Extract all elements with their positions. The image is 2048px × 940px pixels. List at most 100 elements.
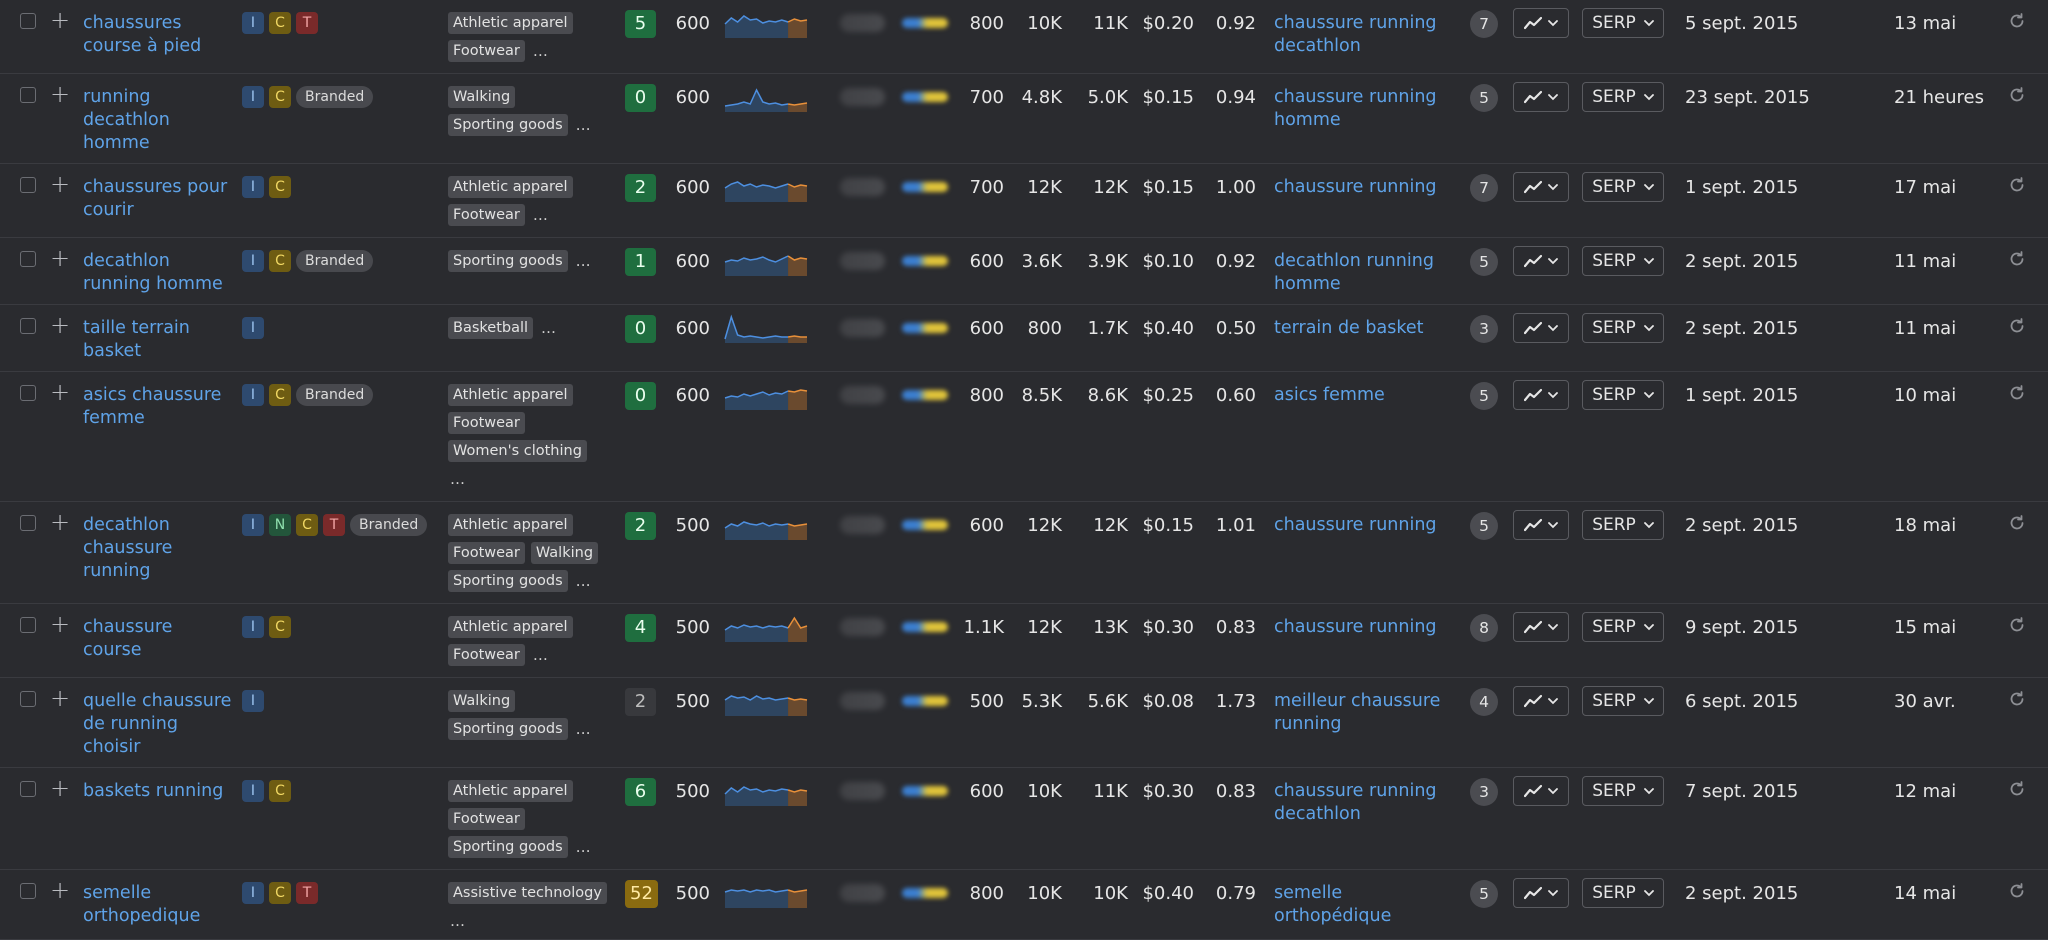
keyword-link[interactable]: decathlon chaussure running xyxy=(83,514,233,583)
serp-features-count[interactable]: 5 xyxy=(1470,248,1498,276)
category-tag[interactable]: Footwear xyxy=(448,542,525,564)
serp-features-count[interactable]: 4 xyxy=(1470,688,1498,716)
parent-topic-link[interactable]: chaussure running xyxy=(1274,616,1459,639)
keyword-link[interactable]: quelle chaussure de running choisir xyxy=(83,690,233,759)
refresh-icon[interactable] xyxy=(2008,250,2026,268)
serp-dropdown-button[interactable]: SERP xyxy=(1582,510,1664,540)
category-tag[interactable]: Athletic apparel xyxy=(448,514,573,536)
serp-dropdown-button[interactable]: SERP xyxy=(1582,246,1664,276)
more-categories-button[interactable]: … xyxy=(531,40,548,62)
add-to-list-icon[interactable]: + xyxy=(50,612,70,636)
keyword-link[interactable]: asics chaussure femme xyxy=(83,384,233,430)
serp-features-count[interactable]: 7 xyxy=(1470,10,1498,38)
add-to-list-icon[interactable]: + xyxy=(50,776,70,800)
row-checkbox[interactable] xyxy=(20,251,36,267)
parent-topic-link[interactable]: chaussure running decathlon xyxy=(1274,12,1459,58)
add-to-list-icon[interactable]: + xyxy=(50,246,70,270)
category-tag[interactable]: Sporting goods xyxy=(448,718,568,740)
serp-features-count[interactable]: 8 xyxy=(1470,614,1498,642)
row-checkbox[interactable] xyxy=(20,177,36,193)
category-tag[interactable]: Sporting goods xyxy=(448,570,568,592)
parent-topic-link[interactable]: terrain de basket xyxy=(1274,317,1459,340)
add-to-list-icon[interactable]: + xyxy=(50,380,70,404)
parent-topic-link[interactable]: chaussure running decathlon xyxy=(1274,780,1459,826)
refresh-icon[interactable] xyxy=(2008,690,2026,708)
add-to-list-icon[interactable]: + xyxy=(50,172,70,196)
refresh-icon[interactable] xyxy=(2008,780,2026,798)
trend-chart-button[interactable] xyxy=(1513,246,1569,276)
row-checkbox[interactable] xyxy=(20,691,36,707)
refresh-icon[interactable] xyxy=(2008,176,2026,194)
category-tag[interactable]: Athletic apparel xyxy=(448,384,573,406)
trend-chart-button[interactable] xyxy=(1513,776,1569,806)
serp-dropdown-button[interactable]: SERP xyxy=(1582,82,1664,112)
add-to-list-icon[interactable]: + xyxy=(50,510,70,534)
row-checkbox[interactable] xyxy=(20,385,36,401)
more-categories-button[interactable]: … xyxy=(574,570,591,592)
category-tag[interactable]: Women's clothing xyxy=(448,440,587,462)
category-tag[interactable]: Sporting goods xyxy=(448,114,568,136)
trend-chart-button[interactable] xyxy=(1513,380,1569,410)
trend-chart-button[interactable] xyxy=(1513,313,1569,343)
refresh-icon[interactable] xyxy=(2008,384,2026,402)
trend-chart-button[interactable] xyxy=(1513,8,1569,38)
refresh-icon[interactable] xyxy=(2008,882,2026,900)
parent-topic-link[interactable]: meilleur chaussure running xyxy=(1274,690,1459,736)
keyword-link[interactable]: running decathlon homme xyxy=(83,86,233,155)
category-tag[interactable]: Walking xyxy=(448,86,516,108)
serp-features-count[interactable]: 3 xyxy=(1470,315,1498,343)
more-categories-button[interactable]: … xyxy=(531,204,548,226)
more-categories-button[interactable]: … xyxy=(448,910,465,932)
keyword-link[interactable]: chaussures course à pied xyxy=(83,12,233,58)
category-tag[interactable]: Footwear xyxy=(448,644,525,666)
keyword-link[interactable]: chaussure course xyxy=(83,616,233,662)
more-categories-button[interactable]: … xyxy=(574,250,591,272)
add-to-list-icon[interactable]: + xyxy=(50,313,70,337)
parent-topic-link[interactable]: asics femme xyxy=(1274,384,1459,407)
serp-dropdown-button[interactable]: SERP xyxy=(1582,380,1664,410)
serp-dropdown-button[interactable]: SERP xyxy=(1582,313,1664,343)
row-checkbox[interactable] xyxy=(20,515,36,531)
row-checkbox[interactable] xyxy=(20,617,36,633)
more-categories-button[interactable]: … xyxy=(574,836,591,858)
serp-dropdown-button[interactable]: SERP xyxy=(1582,172,1664,202)
add-to-list-icon[interactable]: + xyxy=(50,8,70,32)
serp-features-count[interactable]: 5 xyxy=(1470,84,1498,112)
refresh-icon[interactable] xyxy=(2008,12,2026,30)
add-to-list-icon[interactable]: + xyxy=(50,686,70,710)
parent-topic-link[interactable]: semelle orthopédique xyxy=(1274,882,1459,928)
refresh-icon[interactable] xyxy=(2008,86,2026,104)
serp-features-count[interactable]: 5 xyxy=(1470,512,1498,540)
row-checkbox[interactable] xyxy=(20,13,36,29)
serp-features-count[interactable]: 5 xyxy=(1470,382,1498,410)
serp-dropdown-button[interactable]: SERP xyxy=(1582,8,1664,38)
category-tag[interactable]: Athletic apparel xyxy=(448,176,573,198)
more-categories-button[interactable]: … xyxy=(574,114,591,136)
serp-dropdown-button[interactable]: SERP xyxy=(1582,686,1664,716)
refresh-icon[interactable] xyxy=(2008,317,2026,335)
category-tag[interactable]: Walking xyxy=(530,542,599,564)
row-checkbox[interactable] xyxy=(20,318,36,334)
row-checkbox[interactable] xyxy=(20,883,36,899)
more-categories-button[interactable]: … xyxy=(448,468,465,490)
trend-chart-button[interactable] xyxy=(1513,612,1569,642)
serp-features-count[interactable]: 3 xyxy=(1470,778,1498,806)
trend-chart-button[interactable] xyxy=(1513,686,1569,716)
category-tag[interactable]: Basketball xyxy=(448,317,534,339)
row-checkbox[interactable] xyxy=(20,87,36,103)
keyword-link[interactable]: taille terrain basket xyxy=(83,317,233,363)
parent-topic-link[interactable]: decathlon running homme xyxy=(1274,250,1459,296)
serp-dropdown-button[interactable]: SERP xyxy=(1582,878,1664,908)
trend-chart-button[interactable] xyxy=(1513,878,1569,908)
refresh-icon[interactable] xyxy=(2008,616,2026,634)
more-categories-button[interactable]: … xyxy=(531,644,548,666)
category-tag[interactable]: Footwear xyxy=(448,40,525,62)
trend-chart-button[interactable] xyxy=(1513,172,1569,202)
serp-dropdown-button[interactable]: SERP xyxy=(1582,612,1664,642)
category-tag[interactable]: Sporting goods xyxy=(448,250,568,272)
parent-topic-link[interactable]: chaussure running xyxy=(1274,514,1459,537)
row-checkbox[interactable] xyxy=(20,781,36,797)
parent-topic-link[interactable]: chaussure running homme xyxy=(1274,86,1459,132)
trend-chart-button[interactable] xyxy=(1513,82,1569,112)
category-tag[interactable]: Walking xyxy=(448,690,516,712)
